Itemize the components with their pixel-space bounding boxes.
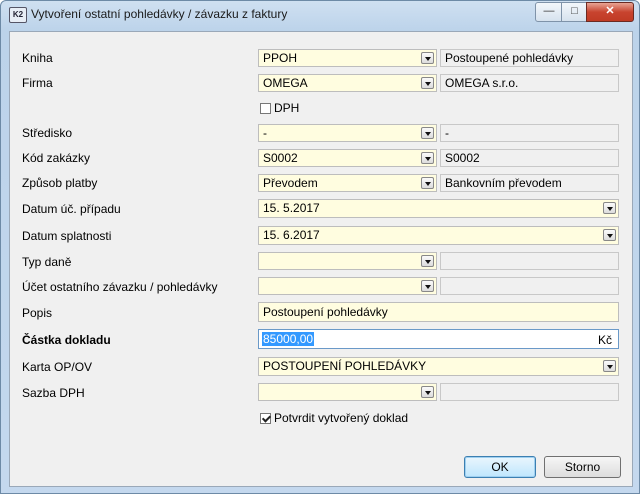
chevron-down-icon[interactable] (603, 202, 616, 214)
karta-value: POSTOUPENÍ POHLEDÁVKY (263, 359, 427, 373)
label-stredisko: Středisko (22, 126, 73, 140)
maximize-button[interactable]: □ (561, 2, 588, 22)
close-button[interactable]: ✕ (586, 2, 634, 22)
chevron-down-icon[interactable] (421, 280, 434, 292)
ucet-combo[interactable] (258, 277, 437, 295)
firma-description: OMEGA s.r.o. (440, 74, 619, 92)
label-typ-dane: Typ daně (22, 255, 72, 269)
chevron-down-icon[interactable] (421, 255, 434, 267)
chevron-down-icon[interactable] (603, 229, 616, 241)
datum-uc-pripadu-picker[interactable]: 15. 5.2017 (258, 199, 619, 218)
currency-label: Kč (597, 333, 612, 347)
datum-uc-pripadu-value: 15. 5.2017 (263, 201, 320, 215)
checkbox-box[interactable] (260, 102, 271, 114)
label-datum-uc-pripadu: Datum úč. případu (22, 202, 121, 216)
label-popis: Popis (22, 306, 53, 320)
datum-splatnosti-value: 15. 6.2017 (263, 228, 320, 242)
chevron-down-icon[interactable] (421, 127, 434, 139)
kniha-combo[interactable]: PPOH (258, 49, 437, 67)
datum-splatnosti-picker[interactable]: 15. 6.2017 (258, 226, 619, 245)
zpusob-platby-value: Převodem (263, 176, 318, 190)
stredisko-combo[interactable]: - (258, 124, 437, 142)
dialog-window: K2 Vytvoření ostatní pohledávky / závazk… (0, 0, 640, 494)
minimize-button[interactable]: — (535, 2, 563, 22)
sazba-dph-combo[interactable] (258, 383, 437, 401)
stredisko-description: - (440, 124, 619, 142)
kod-zakazky-description: S0002 (440, 149, 619, 167)
app-icon: K2 (9, 7, 27, 23)
castka-value: 85000,00 (262, 332, 315, 346)
chevron-down-icon[interactable] (421, 177, 434, 189)
typ-dane-combo[interactable] (258, 252, 437, 270)
dph-label: DPH (274, 101, 300, 115)
ok-button[interactable]: OK (464, 456, 536, 478)
kniha-description: Postoupené pohledávky (440, 49, 619, 67)
label-firma: Firma (22, 76, 53, 90)
castka-input[interactable]: 85000,00 Kč (258, 329, 619, 349)
chevron-down-icon[interactable] (603, 360, 616, 372)
chevron-down-icon[interactable] (421, 386, 434, 398)
cancel-button[interactable]: Storno (544, 456, 621, 478)
checkmark-icon[interactable] (260, 412, 271, 424)
zpusob-platby-combo[interactable]: Převodem (258, 174, 437, 192)
zpusob-platby-description: Bankovním převodem (440, 174, 619, 192)
firma-combo[interactable]: OMEGA (258, 74, 437, 92)
chevron-down-icon[interactable] (421, 77, 434, 89)
potvrdit-checkbox[interactable]: Potvrdit vytvořený doklad (260, 411, 408, 425)
typ-dane-description (440, 252, 619, 270)
ucet-description (440, 277, 619, 295)
firma-value: OMEGA (263, 76, 308, 90)
dph-checkbox[interactable]: DPH (260, 101, 299, 115)
form-panel: Kniha PPOH Postoupené pohledávky Firma O… (9, 31, 633, 487)
label-kod-zakazky: Kód zakázky (22, 151, 91, 165)
label-zpusob-platby: Způsob platby (22, 176, 98, 190)
label-kniha: Kniha (22, 51, 53, 65)
kniha-value: PPOH (263, 51, 298, 65)
chevron-down-icon[interactable] (421, 52, 434, 64)
label-castka-dokladu: Částka dokladu (22, 333, 111, 347)
window-title: Vytvoření ostatní pohledávky / závazku z… (31, 7, 288, 21)
label-sazba-dph: Sazba DPH (22, 386, 85, 400)
sazba-dph-description (440, 383, 619, 401)
kod-zakazky-combo[interactable]: S0002 (258, 149, 437, 167)
label-karta: Karta OP/OV (22, 360, 93, 374)
popis-input[interactable]: Postoupení pohledávky (258, 302, 619, 322)
title-bar[interactable]: K2 Vytvoření ostatní pohledávky / závazk… (1, 1, 639, 27)
kod-zakazky-value: S0002 (263, 151, 298, 165)
label-datum-splatnosti: Datum splatnosti (22, 229, 112, 243)
stredisko-value: - (263, 126, 267, 140)
chevron-down-icon[interactable] (421, 152, 434, 164)
label-ucet: Účet ostatního závazku / pohledávky (22, 280, 218, 294)
potvrdit-label: Potvrdit vytvořený doklad (274, 411, 409, 425)
karta-combo[interactable]: POSTOUPENÍ POHLEDÁVKY (258, 357, 619, 376)
